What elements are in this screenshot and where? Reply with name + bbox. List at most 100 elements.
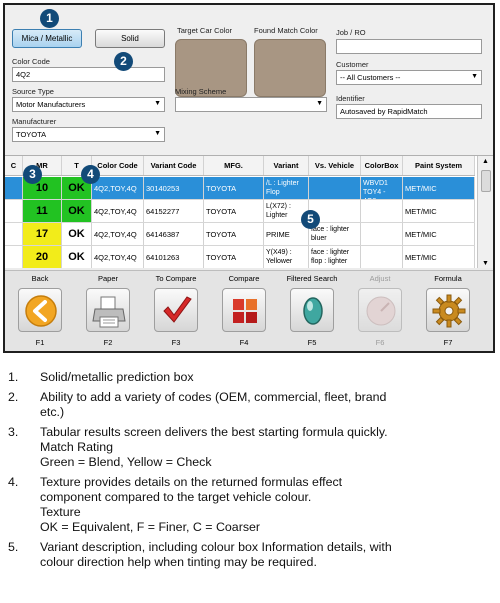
note-number: 5.	[8, 540, 19, 554]
manufacturer-label: Manufacturer	[12, 117, 57, 126]
note-line: Solid/metallic prediction box	[40, 370, 194, 384]
filtered-search-label: Filtered Search	[286, 274, 338, 283]
paint-system-cell: MET/MIC	[403, 246, 475, 268]
col-header-paint-system[interactable]: Paint System	[403, 156, 475, 175]
f4-key-label: F4	[239, 338, 249, 347]
color-code-cell: 4Q2,TOY,4Q	[92, 246, 144, 268]
formula-button[interactable]: Formula F7	[415, 271, 481, 352]
variant-cell: Y(X49) : Yellower	[264, 246, 309, 268]
col-header-vs-vehicle[interactable]: Vs. Vehicle	[309, 156, 361, 175]
colorbox-cell	[361, 246, 403, 268]
f5-key-label: F5	[307, 338, 317, 347]
paper-label: Paper	[97, 274, 118, 283]
back-button[interactable]: Back F1	[7, 271, 73, 352]
mica-metallic-button[interactable]: Mica / Metallic	[12, 29, 82, 48]
note-3: 3. Tabular results screen delivers the b…	[8, 425, 496, 470]
colorbox-cell	[361, 223, 403, 245]
note-line: OK = Equivalent, F = Finer, C = Coarser	[40, 520, 261, 534]
manufacturer-value: TOYOTA	[16, 130, 47, 139]
row-checkbox-cell	[5, 200, 23, 222]
identifier-field[interactable]: Autosaved by RapidMatch	[336, 104, 482, 119]
note-1: 1. Solid/metallic prediction box	[8, 370, 496, 385]
note-2: 2. Ability to add a variety of codes (OE…	[8, 390, 496, 420]
back-arrow-icon[interactable]	[18, 288, 62, 332]
manufacturer-select[interactable]: TOYOTA ▼	[12, 127, 165, 142]
texture-cell: OK	[62, 223, 92, 245]
compare-grid-icon[interactable]	[222, 288, 266, 332]
table-row[interactable]: 10 OK 4Q2,TOY,4Q 30140253 TOYOTA /L : Li…	[5, 177, 475, 200]
variant-code-cell: 64152277	[144, 200, 204, 222]
f1-key-label: F1	[35, 338, 45, 347]
colorbox-cell: WBVD1 TOY4 - 4Q2	[361, 177, 403, 199]
note-line: Green = Blend, Yellow = Check	[40, 455, 212, 469]
job-ro-label: Job / RO	[336, 28, 366, 37]
match-rating-cell: 11	[23, 200, 62, 222]
match-rating-cell: 20	[23, 246, 62, 268]
variant-code-cell: 64101263	[144, 246, 204, 268]
color-code-cell: 4Q2,TOY,4Q	[92, 223, 144, 245]
callout-badge-2: 2	[114, 52, 133, 71]
compare-label: Compare	[228, 274, 260, 283]
note-line: etc.)	[40, 405, 65, 419]
solid-button[interactable]: Solid	[95, 29, 165, 48]
customer-select[interactable]: -- All Customers -- ▼	[336, 70, 482, 85]
col-header-variant[interactable]: Variant	[264, 156, 309, 175]
variant-code-cell: 30140253	[144, 177, 204, 199]
col-header-mfg[interactable]: MFG.	[204, 156, 264, 175]
note-line: Texture	[40, 505, 81, 519]
col-header-c[interactable]: C	[5, 156, 23, 175]
note-line: Variant description, including colour bo…	[40, 540, 392, 554]
gear-icon[interactable]	[426, 288, 470, 332]
paint-system-cell: MET/MIC	[403, 223, 475, 245]
color-code-cell: 4Q2,TOY,4Q	[92, 200, 144, 222]
color-code-field[interactable]: 4Q2	[12, 67, 165, 82]
callout-badge-4: 4	[81, 165, 100, 184]
note-line: component compared to the target vehicle…	[40, 490, 312, 504]
dropdown-arrow-icon: ▼	[471, 73, 478, 80]
compare-button[interactable]: Compare F4	[211, 271, 277, 352]
dropdown-arrow-icon: ▼	[154, 130, 161, 137]
paint-system-cell: MET/MIC	[403, 177, 475, 199]
adjust-icon[interactable]	[358, 288, 402, 332]
to-compare-button[interactable]: To Compare F3	[143, 271, 209, 352]
scroll-down-icon[interactable]: ▼	[482, 260, 489, 267]
row-checkbox-cell	[5, 223, 23, 245]
callout-badge-3: 3	[23, 165, 42, 184]
variant-code-cell: 64146387	[144, 223, 204, 245]
color-code-label: Color Code	[12, 57, 50, 66]
filtered-search-button[interactable]: Filtered Search F5	[279, 271, 345, 352]
scrollbar-thumb[interactable]	[481, 170, 491, 192]
rapidmatch-window: Mica / Metallic Solid Target Car Color F…	[3, 3, 495, 353]
results-table: C MR T Color Code Variant Code MFG. Vari…	[5, 155, 493, 268]
row-checkbox-cell	[5, 246, 23, 268]
note-number: 4.	[8, 475, 19, 489]
note-number: 2.	[8, 390, 19, 404]
scroll-up-icon[interactable]: ▲	[482, 158, 489, 165]
vs-vehicle-cell	[309, 177, 361, 199]
adjust-button[interactable]: Adjust F6	[347, 271, 413, 352]
table-row[interactable]: 20 OK 4Q2,TOY,4Q 64101263 TOYOTA Y(X49) …	[5, 246, 475, 268]
mixing-scheme-select[interactable]: ▼	[175, 97, 327, 112]
mfg-cell: TOYOTA	[204, 200, 264, 222]
col-header-variant-code[interactable]: Variant Code	[144, 156, 204, 175]
found-match-swatch	[254, 39, 326, 97]
note-line: colour direction help when tinting may b…	[40, 555, 317, 569]
search-panel: Mica / Metallic Solid Target Car Color F…	[5, 5, 493, 157]
identifier-label: Identifier	[336, 94, 365, 103]
vs-vehicle-cell: face : lighter flop : lighter	[309, 246, 361, 268]
variant-cell: /L : Lighter Flop	[264, 177, 309, 199]
table-row[interactable]: 11 OK 4Q2,TOY,4Q 64152277 TOYOTA L(X72) …	[5, 200, 475, 223]
job-ro-field[interactable]	[336, 39, 482, 54]
col-header-colorbox[interactable]: ColorBox	[361, 156, 403, 175]
printer-icon[interactable]	[86, 288, 130, 332]
source-type-select[interactable]: Motor Manufacturers ▼	[12, 97, 165, 112]
colorbox-cell	[361, 200, 403, 222]
found-match-label: Found Match Color	[254, 26, 318, 35]
note-number: 3.	[8, 425, 19, 439]
to-compare-label: To Compare	[155, 274, 197, 283]
gem-icon[interactable]	[290, 288, 334, 332]
paper-button[interactable]: Paper F2	[75, 271, 141, 352]
checkmark-icon[interactable]	[154, 288, 198, 332]
table-scrollbar[interactable]: ▲ ▼	[477, 156, 493, 268]
table-row[interactable]: 17 OK 4Q2,TOY,4Q 64146387 TOYOTA PRIME f…	[5, 223, 475, 246]
